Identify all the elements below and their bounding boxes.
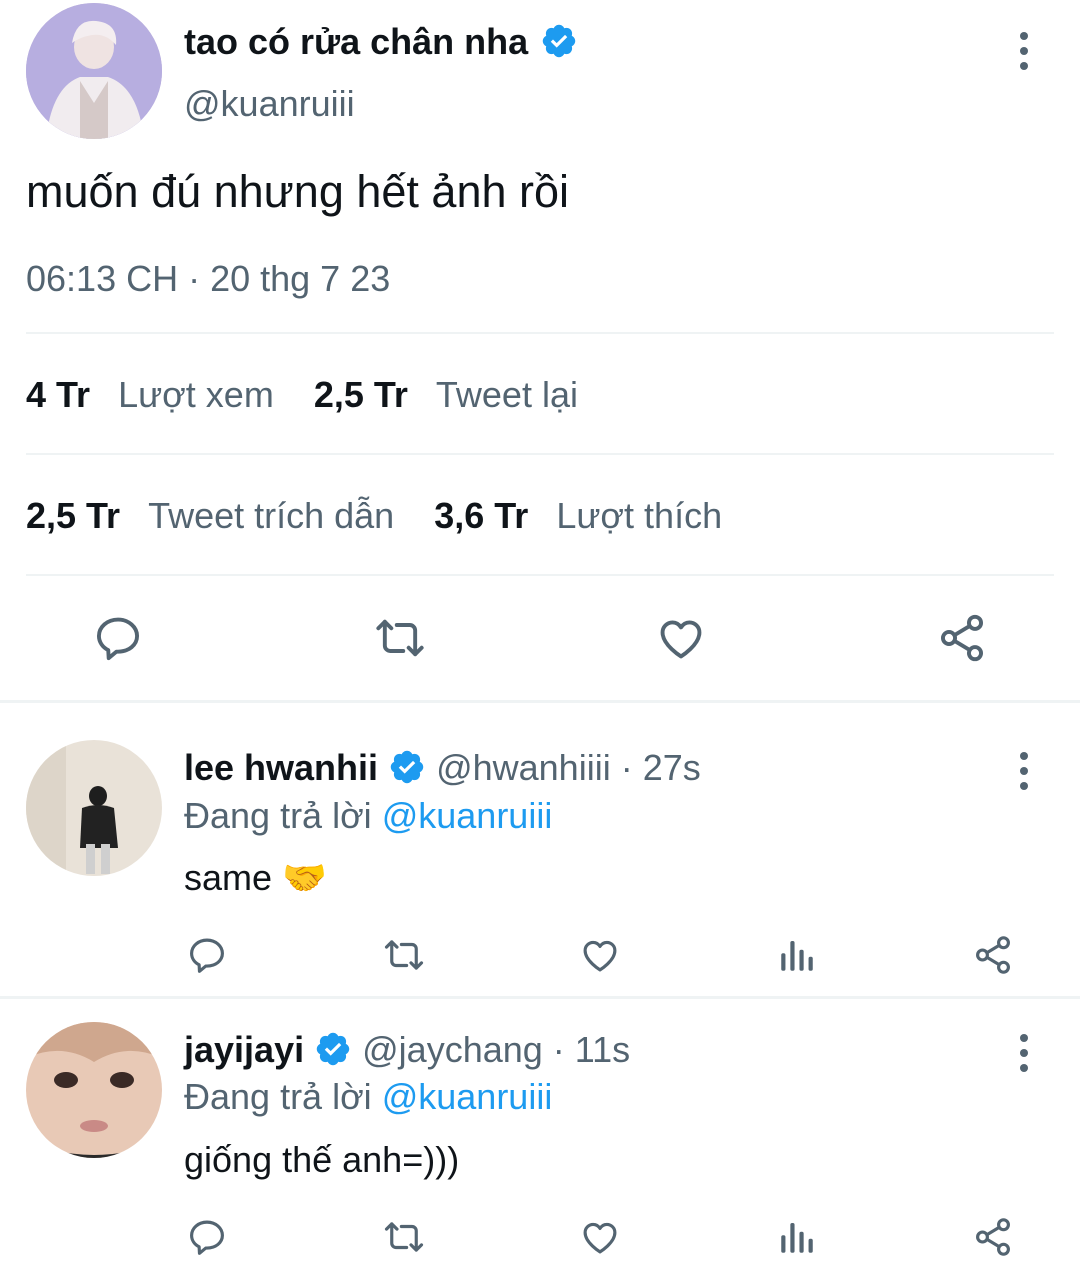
author-display-name[interactable]: tao có rửa chân nha [184,21,528,62]
reply-avatar[interactable] [26,740,162,876]
tweet-text: muốn đú nhưng hết ảnh rồi [26,166,570,217]
reply-avatar-image [26,740,162,876]
divider [26,574,1054,576]
verified-badge-icon [540,22,578,60]
reply-display-name[interactable]: lee hwanhii [184,747,378,788]
retweet-icon[interactable] [370,612,430,664]
views-label: Lượt xem [118,374,274,415]
like-icon[interactable] [654,612,708,664]
likes-count[interactable]: 3,6 Tr [434,495,528,536]
like-icon[interactable] [578,934,622,976]
reply-handle[interactable]: @hwanhiiii [436,747,611,788]
author-avatar[interactable] [26,3,162,139]
verified-badge-icon [314,1030,352,1068]
section-divider [0,996,1080,999]
replying-to-link[interactable]: @kuanruiii [382,795,553,836]
replying-to-prefix: Đang trả lời [184,1076,372,1117]
replying-to-prefix: Đang trả lời [184,795,372,836]
reply-display-name[interactable]: jayijayi [184,1029,304,1070]
author-avatar-image [26,3,162,139]
retweet-icon[interactable] [380,1216,428,1258]
retweets-count[interactable]: 2,5 Tr [314,374,408,415]
quotes-label[interactable]: Tweet trích dẫn [148,495,394,536]
views-count: 4 Tr [26,374,91,415]
reply-icon[interactable] [186,934,228,976]
section-divider [0,700,1080,703]
views-icon[interactable] [776,934,818,976]
reply-time[interactable]: · 27s [621,747,701,788]
verified-badge-icon [388,748,426,786]
share-icon[interactable] [972,1216,1014,1258]
divider [26,332,1054,334]
reply-icon[interactable] [186,1216,228,1258]
reply-avatar-image [26,1022,162,1158]
author-handle[interactable]: @kuanruiii [184,80,355,128]
likes-label[interactable]: Lượt thích [556,495,722,536]
more-vertical-icon[interactable] [1018,32,1030,70]
more-vertical-icon[interactable] [1018,752,1030,790]
reply-time[interactable]: · 11s [553,1029,630,1070]
tweet-detail-page: tao có rửa chân nha @kuanruiii muốn đú n… [0,0,1080,1274]
like-icon[interactable] [578,1216,622,1258]
reply-text: same 🤝 [184,857,327,898]
tweet-timestamp[interactable]: 06:13 CH · 20 thg 7 23 [26,256,390,302]
divider [26,453,1054,455]
stats-row-2: 2,5 Tr Tweet trích dẫn 3,6 Tr Lượt thích [26,493,722,539]
stats-row-1: 4 Tr Lượt xem 2,5 Tr Tweet lại [26,372,578,418]
share-icon[interactable] [936,612,988,664]
retweet-icon[interactable] [380,934,428,976]
views-icon[interactable] [776,1216,818,1258]
reply-icon[interactable] [92,612,144,664]
quotes-count[interactable]: 2,5 Tr [26,495,120,536]
share-icon[interactable] [972,934,1014,976]
replying-to-link[interactable]: @kuanruiii [382,1076,553,1117]
reply-avatar[interactable] [26,1022,162,1158]
reply-text: giống thế anh=))) [184,1139,460,1180]
retweets-label[interactable]: Tweet lại [436,374,578,415]
reply-handle[interactable]: @jaychang [362,1029,543,1070]
more-vertical-icon[interactable] [1018,1034,1030,1072]
